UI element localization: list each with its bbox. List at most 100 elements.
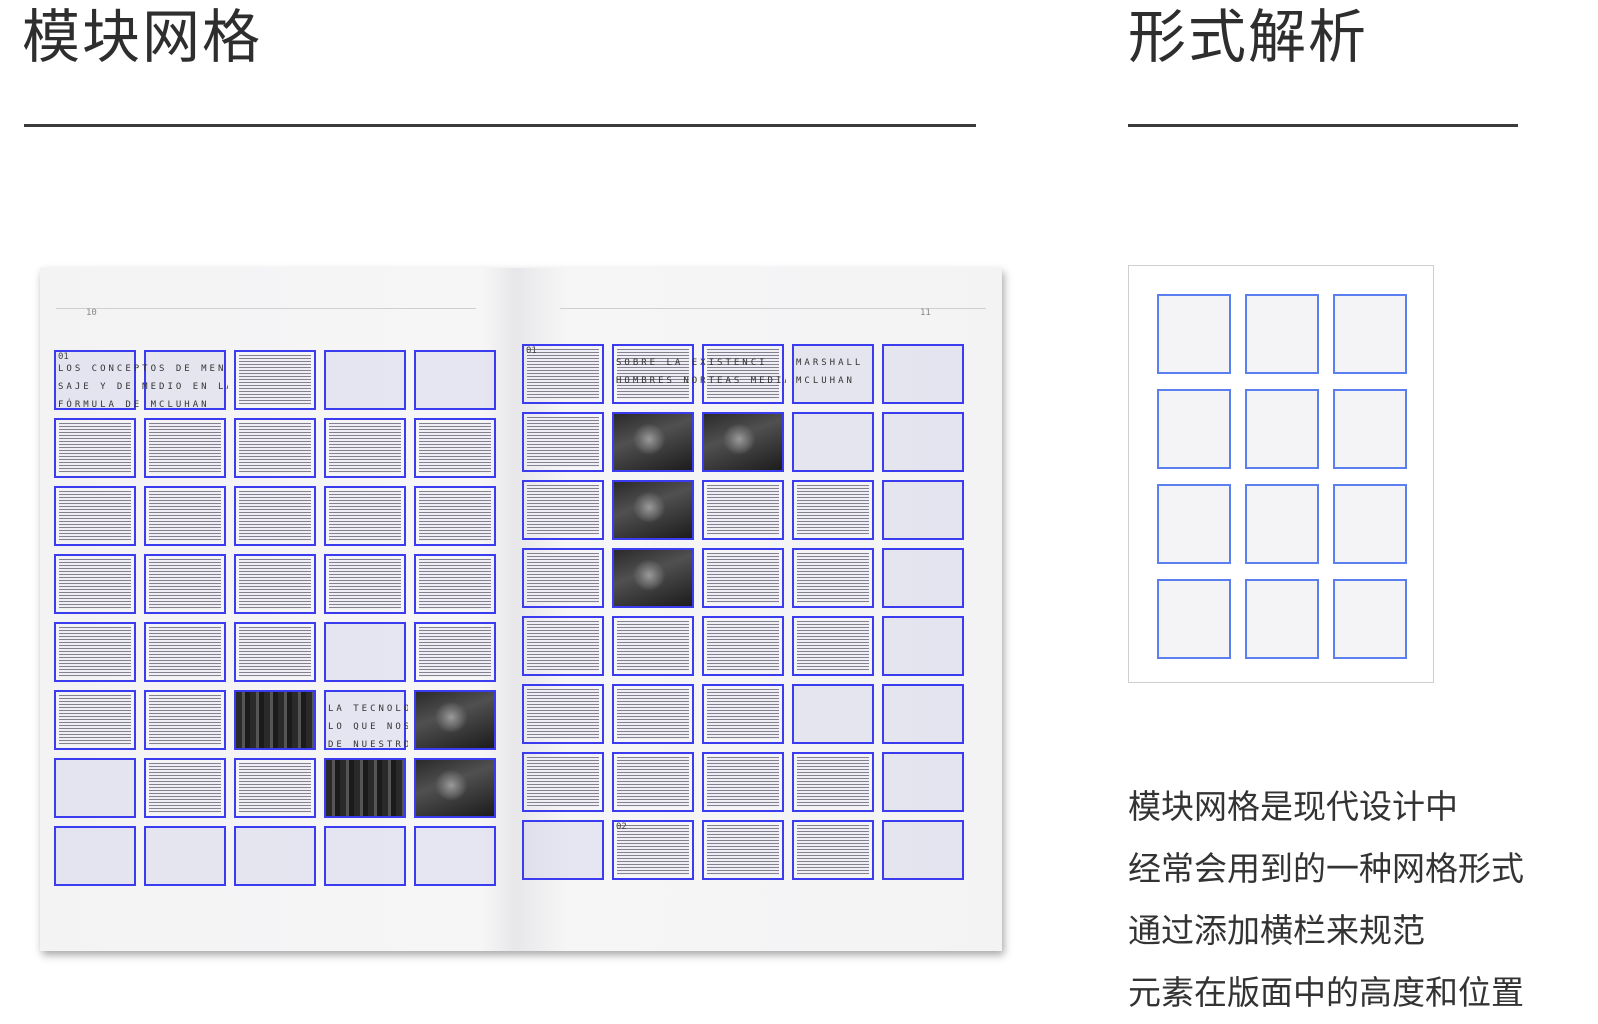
grid-module xyxy=(414,690,496,750)
left-heading-line: SAJE Y DE MEDIO EN LA xyxy=(58,382,228,392)
grid-module xyxy=(882,616,964,676)
right-page-number: 11 xyxy=(920,308,931,318)
left-page-number: 10 xyxy=(86,308,97,318)
grid-module xyxy=(234,554,316,614)
grid-module xyxy=(234,486,316,546)
grid-module xyxy=(792,820,874,880)
grid-module xyxy=(144,418,226,478)
grid-module xyxy=(702,820,784,880)
grid-module xyxy=(522,684,604,744)
grid-module xyxy=(702,548,784,608)
left-title-rule xyxy=(24,124,976,127)
pull-quote-line: LO QUE NOS SEPARA xyxy=(328,722,408,732)
grid-module xyxy=(144,554,226,614)
right-heading-line: SOBRE LA EXISTENCI xyxy=(616,358,768,368)
grid-module xyxy=(144,486,226,546)
grid-module xyxy=(324,418,406,478)
grid-module xyxy=(612,548,694,608)
description-line: 经常会用到的一种网格形式 xyxy=(1128,849,1524,888)
right-title-rule xyxy=(1128,124,1518,127)
right-section-number: 01 xyxy=(526,346,537,356)
grid-module xyxy=(522,480,604,540)
grid-module xyxy=(324,486,406,546)
grid-module xyxy=(234,418,316,478)
description: 模块网格是现代设计中 经常会用到的一种网格形式 通过添加横栏来规范 元素在版面中… xyxy=(1128,776,1568,1024)
grid-module xyxy=(414,758,496,818)
grid-module xyxy=(522,548,604,608)
grid-module xyxy=(414,622,496,682)
left-page-header-line xyxy=(56,308,476,309)
grid-module xyxy=(882,412,964,472)
left-panel-title: 模块网格 xyxy=(22,3,263,71)
grid-module xyxy=(234,622,316,682)
grid-module: 01 xyxy=(522,344,604,404)
grid-module xyxy=(792,548,874,608)
grid-module xyxy=(54,758,136,818)
diagram-module xyxy=(1245,579,1319,659)
grid-module xyxy=(54,554,136,614)
grid-module xyxy=(54,826,136,886)
description-line: 元素在版面中的高度和位置 xyxy=(1128,973,1524,1012)
grid-module xyxy=(144,690,226,750)
diagram-module xyxy=(1157,294,1231,374)
magazine-spread: 10 11 01 LOS CONCEPTOS DE MEN SAJE Y DE ME… xyxy=(40,268,1002,951)
grid-module xyxy=(414,486,496,546)
grid-module xyxy=(882,344,964,404)
grid-module xyxy=(702,752,784,812)
diagram-module xyxy=(1157,579,1231,659)
grid-module xyxy=(324,554,406,614)
grid-module xyxy=(234,690,316,750)
grid-module xyxy=(54,622,136,682)
grid-module xyxy=(414,826,496,886)
grid-module xyxy=(612,412,694,472)
grid-module xyxy=(144,622,226,682)
grid-module xyxy=(882,752,964,812)
grid-module xyxy=(324,758,406,818)
description-line: 模块网格是现代设计中 xyxy=(1128,787,1458,826)
grid-module xyxy=(522,616,604,676)
grid-module: 02 xyxy=(612,820,694,880)
grid-module xyxy=(702,480,784,540)
name-tag-line: MARSHALL xyxy=(796,358,864,368)
grid-module xyxy=(54,418,136,478)
grid-module xyxy=(54,690,136,750)
diagram-module xyxy=(1333,389,1407,469)
left-heading: LOS CONCEPTOS DE MEN SAJE Y DE MEDIO EN L… xyxy=(58,360,228,414)
grid-module xyxy=(522,752,604,812)
diagram-module xyxy=(1333,484,1407,564)
diagram-module xyxy=(1157,389,1231,469)
grid-module xyxy=(522,820,604,880)
grid-diagram xyxy=(1128,265,1434,683)
grid-module xyxy=(324,350,406,410)
grid-module xyxy=(792,616,874,676)
diagram-module xyxy=(1157,484,1231,564)
grid-module xyxy=(792,752,874,812)
name-tag-line: MCLUHAN xyxy=(796,376,855,386)
grid-module xyxy=(324,826,406,886)
grid-module xyxy=(882,480,964,540)
grid-module xyxy=(702,616,784,676)
grid-module xyxy=(234,350,316,410)
grid-module xyxy=(882,684,964,744)
grid-module xyxy=(702,684,784,744)
grid-module xyxy=(792,480,874,540)
right-heading: SOBRE LA EXISTENCI HOMBRES NORTEAS MEDIÁN… xyxy=(616,354,786,390)
diagram-module xyxy=(1245,389,1319,469)
grid-module xyxy=(612,480,694,540)
grid-module xyxy=(522,412,604,472)
grid-module xyxy=(882,548,964,608)
left-heading-line: LOS CONCEPTOS DE MEN xyxy=(58,364,227,374)
left-heading-line: FÓRMULA DE MCLUHAN xyxy=(58,400,210,410)
diagram-module xyxy=(1333,294,1407,374)
grid-module xyxy=(234,826,316,886)
grid-module xyxy=(144,758,226,818)
diagram-module xyxy=(1245,484,1319,564)
description-line: 通过添加横栏来规范 xyxy=(1128,911,1425,950)
grid-module xyxy=(234,758,316,818)
grid-module xyxy=(792,684,874,744)
grid-module xyxy=(144,826,226,886)
pull-quote-line: LA TECNOLOGÍA ES xyxy=(328,704,408,714)
right-footnote-number: 02 xyxy=(616,822,627,832)
diagram-module xyxy=(1245,294,1319,374)
grid-module xyxy=(54,486,136,546)
